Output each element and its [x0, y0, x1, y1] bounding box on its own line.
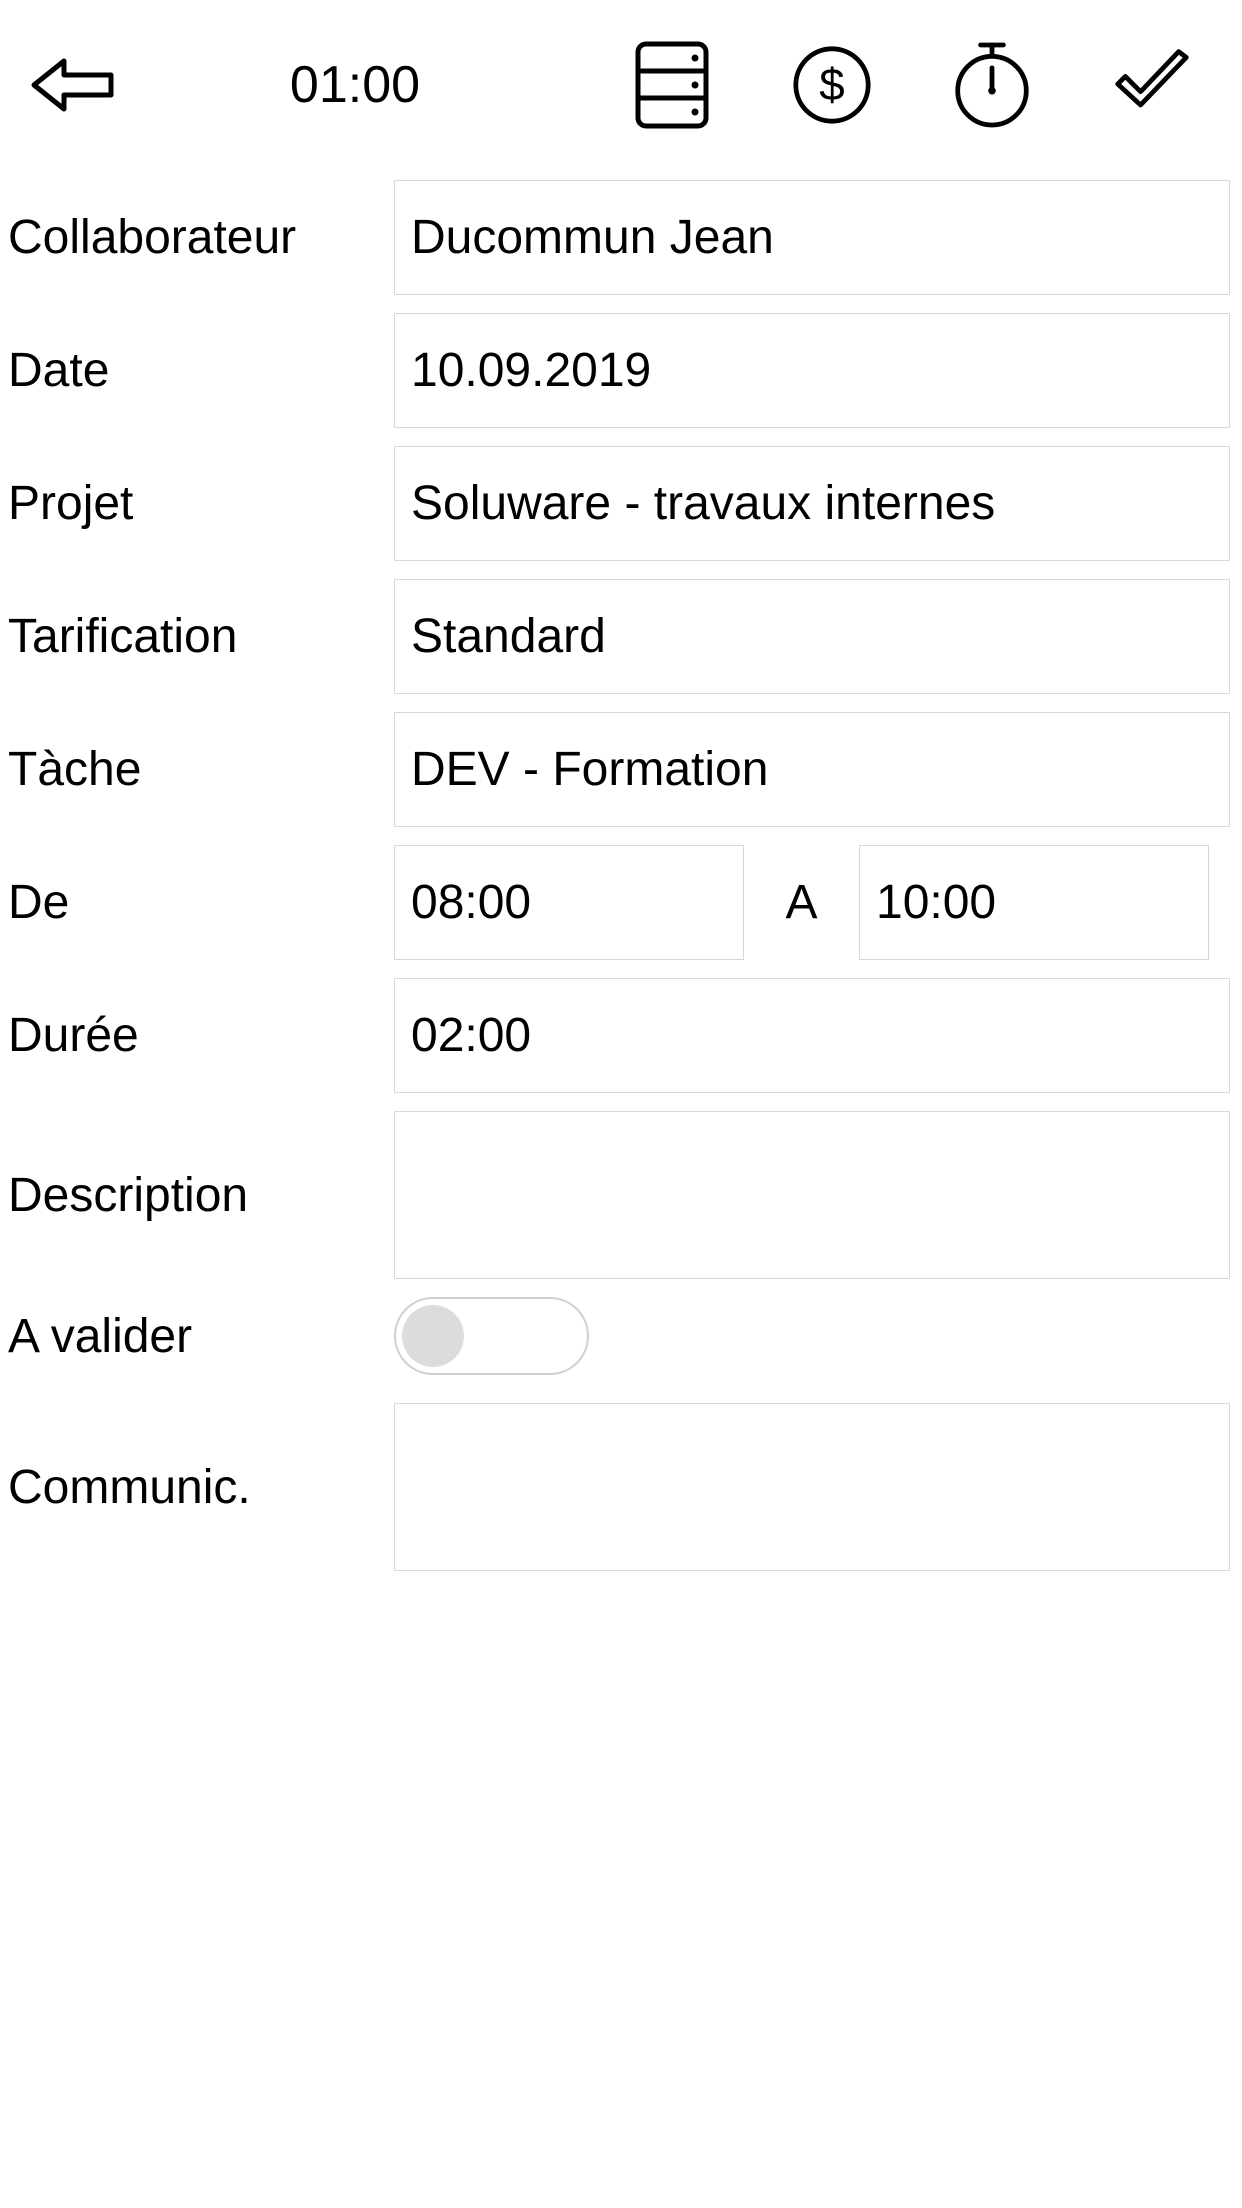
- row-date: Date 10.09.2019: [4, 313, 1238, 428]
- communic-field[interactable]: [394, 1403, 1230, 1571]
- task-field[interactable]: DEV - Formation: [394, 712, 1230, 827]
- validate-toggle[interactable]: [394, 1297, 589, 1375]
- time-to-field[interactable]: 10:00: [859, 845, 1209, 960]
- svg-text:$: $: [819, 59, 844, 110]
- label-task: Tàche: [4, 742, 394, 797]
- header-left: 01:00: [30, 43, 455, 128]
- label-description: Description: [4, 1168, 394, 1223]
- label-communic: Communic.: [4, 1460, 394, 1515]
- header-time: 01:00: [255, 55, 455, 115]
- label-collaborator: Collaborateur: [4, 210, 394, 265]
- form: Collaborateur Ducommun Jean Date 10.09.2…: [0, 170, 1242, 1571]
- stopwatch-icon: [952, 39, 1032, 131]
- time-from-field[interactable]: 08:00: [394, 845, 744, 960]
- date-field[interactable]: 10.09.2019: [394, 313, 1230, 428]
- row-collaborator: Collaborateur Ducommun Jean: [4, 180, 1238, 295]
- description-field[interactable]: [394, 1111, 1230, 1279]
- toggle-knob: [402, 1305, 464, 1367]
- arrow-left-icon: [30, 55, 115, 115]
- row-communic: Communic.: [4, 1403, 1238, 1571]
- dollar-icon: $: [792, 43, 872, 127]
- row-duration: Durée 02:00: [4, 978, 1238, 1093]
- row-description: Description: [4, 1111, 1238, 1279]
- server-icon: [633, 40, 711, 130]
- project-field[interactable]: Soluware - travaux internes: [394, 446, 1230, 561]
- confirm-button[interactable]: [1112, 45, 1192, 125]
- row-pricing: Tarification Standard: [4, 579, 1238, 694]
- collaborator-field[interactable]: Ducommun Jean: [394, 180, 1230, 295]
- label-validate: A valider: [4, 1309, 394, 1364]
- time-separator: A: [744, 875, 859, 930]
- row-validate: A valider: [4, 1297, 1238, 1375]
- pricing-field[interactable]: Standard: [394, 579, 1230, 694]
- row-project: Projet Soluware - travaux internes: [4, 446, 1238, 561]
- duration-field[interactable]: 02:00: [394, 978, 1230, 1093]
- row-time: De 08:00 A 10:00: [4, 845, 1238, 960]
- server-button[interactable]: [632, 45, 712, 125]
- label-duration: Durée: [4, 1008, 394, 1063]
- header: 01:00 $: [0, 0, 1242, 170]
- header-icons: $: [632, 45, 1212, 125]
- timer-button[interactable]: [952, 45, 1032, 125]
- label-project: Projet: [4, 476, 394, 531]
- label-from: De: [4, 875, 394, 930]
- label-date: Date: [4, 343, 394, 398]
- checkmark-icon: [1112, 48, 1192, 122]
- pricing-button[interactable]: $: [792, 45, 872, 125]
- back-button[interactable]: [30, 43, 115, 128]
- row-task: Tàche DEV - Formation: [4, 712, 1238, 827]
- label-pricing: Tarification: [4, 609, 394, 664]
